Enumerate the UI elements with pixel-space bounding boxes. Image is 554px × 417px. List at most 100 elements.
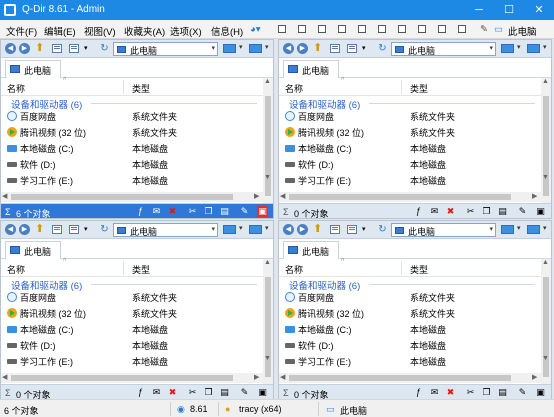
address-bar[interactable]: 此电脑 ▾	[113, 223, 218, 237]
column-divider[interactable]	[401, 261, 402, 275]
scroll-up-icon[interactable]: ▲	[542, 78, 549, 85]
tab-this-pc[interactable]: 此电脑	[283, 60, 339, 78]
chevron-down-icon[interactable]: ▾	[489, 225, 493, 233]
column-name[interactable]: 名称	[7, 82, 25, 95]
view-button[interactable]: ▾	[501, 224, 527, 236]
mail-icon[interactable]: ✉	[429, 206, 440, 217]
pane-top-right[interactable]: ◀ ▶ ⬆ ▾ ↻ 此电脑 ▾ ▾ ▾ 此电脑 名称 ^ 类型 设备和驱动器 (…	[278, 39, 552, 219]
address-bar[interactable]: 此电脑 ▾	[391, 42, 496, 56]
vertical-scrollbar[interactable]: ▲ ▼	[541, 78, 551, 218]
cut-icon[interactable]: ✂	[187, 387, 198, 398]
chevron-down-icon[interactable]: ▾	[84, 44, 88, 52]
list-item[interactable]: 软件 (D:) 本地磁盘	[279, 337, 541, 353]
folder-up-icon[interactable]: ⬆	[35, 223, 47, 236]
scroll-left-icon[interactable]: ◀	[280, 373, 285, 381]
view-button[interactable]: ▾	[223, 43, 249, 55]
scroll-left-icon[interactable]: ◀	[2, 373, 7, 381]
scroll-thumb[interactable]	[265, 96, 271, 196]
list-item[interactable]: 腾讯视频 (32 位) 系统文件夹	[279, 124, 541, 140]
folder-up-icon[interactable]: ⬆	[313, 223, 325, 236]
scroll-down-icon[interactable]: ▼	[542, 355, 549, 362]
chevron-down-icon[interactable]: ▾	[211, 44, 215, 52]
list-item[interactable]: 软件 (D:) 本地磁盘	[1, 337, 263, 353]
horizontal-scrollbar[interactable]: ◀ ▶	[1, 192, 263, 202]
scroll-left-icon[interactable]: ◀	[280, 192, 285, 200]
scroll-thumb[interactable]	[543, 277, 549, 377]
list-item[interactable]: 百度网盘 系统文件夹	[279, 289, 541, 305]
file-list[interactable]: 名称 ^ 类型 设备和驱动器 (6) 百度网盘 系统文件夹 腾讯视频 (32 位…	[279, 77, 541, 218]
list-item[interactable]: 本地磁盘 (C:) 本地磁盘	[1, 321, 263, 337]
delete-icon[interactable]: ✖	[167, 387, 178, 398]
rename-icon[interactable]: ✎	[517, 387, 528, 398]
scroll-right-icon[interactable]: ▶	[254, 192, 259, 200]
list-item[interactable]: 软件 (D:) 本地磁盘	[1, 156, 263, 172]
refresh-icon[interactable]: ↻	[377, 224, 388, 235]
layout-10-icon[interactable]	[458, 25, 466, 33]
view-button[interactable]: ▾	[223, 224, 249, 236]
pane-bottom-left[interactable]: ◀ ▶ ⬆ ▾ ↻ 此电脑 ▾ ▾ ▾ 此电脑 名称 ^ 类型 设备和驱动器 (…	[0, 220, 274, 400]
menu-info[interactable]: 信息(H)	[211, 24, 243, 38]
copy-icon[interactable]: ❐	[203, 387, 214, 398]
cut-icon[interactable]: ✂	[465, 206, 476, 217]
scroll-right-icon[interactable]: ▶	[254, 373, 259, 381]
list-item[interactable]: 本地磁盘 (C:) 本地磁盘	[1, 140, 263, 156]
column-type[interactable]: 类型	[132, 263, 150, 276]
quick-access-icon[interactable]	[52, 225, 62, 234]
list-item[interactable]: 学习工作 (E:) 本地磁盘	[1, 172, 263, 188]
delete-icon[interactable]: ✖	[445, 387, 456, 398]
list-item[interactable]: 百度网盘 系统文件夹	[1, 289, 263, 305]
back-icon[interactable]: ◀	[5, 43, 16, 54]
column-type[interactable]: 类型	[132, 82, 150, 95]
filter-icon[interactable]: ƒ	[135, 387, 146, 398]
menu-location[interactable]: 此电脑	[508, 24, 537, 38]
menu-favorites[interactable]: 收藏夹(A)	[124, 24, 165, 38]
refresh-icon[interactable]: ↻	[99, 224, 110, 235]
forward-icon[interactable]: ▶	[19, 43, 30, 54]
quick-access-icon[interactable]	[52, 44, 62, 53]
tab-this-pc[interactable]: 此电脑	[5, 60, 61, 78]
menu-options[interactable]: 选项(X)	[170, 24, 202, 38]
column-type[interactable]: 类型	[410, 263, 428, 276]
scroll-right-icon[interactable]: ▶	[532, 192, 537, 200]
chevron-down-icon[interactable]: ▾	[211, 225, 215, 233]
pane-top-left[interactable]: ◀ ▶ ⬆ ▾ ↻ 此电脑 ▾ ▾ ▾ 此电脑 名称 ^ 类型 设备和驱动器 (…	[0, 39, 274, 219]
list-item[interactable]: 本地磁盘 (C:) 本地磁盘	[279, 321, 541, 337]
scroll-up-icon[interactable]: ▲	[264, 259, 271, 266]
rename-icon[interactable]: ✎	[239, 387, 250, 398]
chevron-down-icon[interactable]: ▾	[84, 225, 88, 233]
mail-icon[interactable]: ✉	[151, 206, 162, 217]
menu-edit[interactable]: 编辑(E)	[44, 24, 76, 38]
view-mode-icon[interactable]	[69, 44, 79, 53]
chevron-down-icon[interactable]: ▾	[362, 44, 366, 52]
file-list[interactable]: 名称 ^ 类型 设备和驱动器 (6) 百度网盘 系统文件夹 腾讯视频 (32 位…	[279, 258, 541, 399]
scroll-up-icon[interactable]: ▲	[264, 78, 271, 85]
chevron-down-icon[interactable]: ▾	[489, 44, 493, 52]
quick-access-icon[interactable]	[330, 225, 340, 234]
forward-icon[interactable]: ▶	[19, 224, 30, 235]
refresh-icon[interactable]: ↻	[377, 43, 388, 54]
paste-icon[interactable]: ▤	[219, 206, 230, 217]
scroll-thumb[interactable]	[543, 96, 549, 196]
scroll-thumb[interactable]	[11, 375, 233, 381]
properties-icon[interactable]: ▣	[257, 206, 268, 217]
list-item[interactable]: 腾讯视频 (32 位) 系统文件夹	[1, 305, 263, 321]
layout-1-icon[interactable]	[278, 25, 286, 33]
view-button[interactable]: ▾	[501, 43, 527, 55]
list-item[interactable]: 腾讯视频 (32 位) 系统文件夹	[1, 124, 263, 140]
column-name[interactable]: 名称	[285, 263, 303, 276]
layout-5-icon[interactable]	[358, 25, 366, 33]
pane-object-count[interactable]: 6 个对象	[16, 207, 51, 218]
tab-this-pc[interactable]: 此电脑	[283, 241, 339, 259]
scroll-thumb[interactable]	[265, 277, 271, 377]
scroll-down-icon[interactable]: ▼	[264, 174, 271, 181]
address-bar[interactable]: 此电脑 ▾	[391, 223, 496, 237]
layout-button[interactable]: ▾	[527, 224, 551, 236]
tab-this-pc[interactable]: 此电脑	[5, 241, 61, 259]
list-item[interactable]: 本地磁盘 (C:) 本地磁盘	[279, 140, 541, 156]
scroll-down-icon[interactable]: ▼	[264, 355, 271, 362]
cut-icon[interactable]: ✂	[187, 206, 198, 217]
vertical-scrollbar[interactable]: ▲ ▼	[541, 259, 551, 399]
layout-2-icon[interactable]	[298, 25, 306, 33]
scroll-thumb[interactable]	[11, 194, 233, 200]
view-mode-icon[interactable]	[347, 44, 357, 53]
